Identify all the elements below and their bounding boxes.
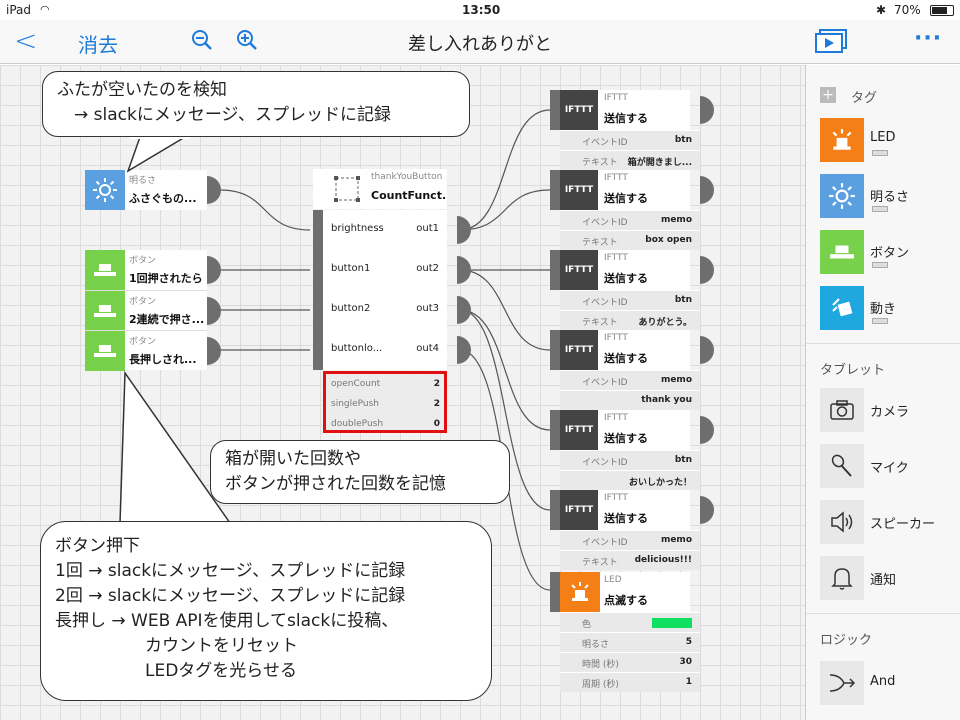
palette-item-label: カメラ — [870, 405, 910, 420]
bluetooth-icon: ✱ — [876, 3, 887, 17]
palette-item-led[interactable]: LED — [820, 118, 960, 162]
palette-item-camera[interactable]: カメラ — [820, 388, 960, 432]
callout-line: → slackにメッセージ、スプレッドに記録 — [57, 105, 391, 125]
section-divider — [806, 613, 960, 614]
palette-item-label: 動き — [870, 302, 897, 317]
bell-icon — [820, 556, 864, 600]
palette-item-label: マイク — [870, 461, 909, 476]
callout-line: ボタン押下 — [55, 536, 140, 556]
palette-item-label: 通知 — [870, 573, 897, 588]
battery-percent: 70% — [894, 3, 921, 17]
palette-item-label: LED — [870, 130, 896, 145]
palette-item-label: 明るさ — [870, 190, 910, 205]
callout-line: 1回 → slackにメッセージ、スプレッドに記録 — [55, 561, 406, 581]
motion-icon — [820, 286, 864, 330]
button-icon — [820, 230, 864, 274]
battery-level-icon — [872, 262, 888, 268]
add-tag-icon[interactable]: + — [820, 87, 836, 103]
navigation-bar: < 消去 差し入れありがと ··· — [0, 20, 960, 64]
palette-item-brightness[interactable]: 明るさ — [820, 174, 960, 218]
palette-item-button[interactable]: ボタン — [820, 230, 960, 274]
camera-icon — [820, 388, 864, 432]
callout-line: LEDタグを光らせる — [145, 661, 297, 681]
more-menu-button[interactable]: ··· — [914, 26, 942, 51]
palette-item-notification[interactable]: 通知 — [820, 556, 960, 600]
battery-level-icon — [872, 206, 888, 212]
speaker-icon — [820, 500, 864, 544]
led-icon — [820, 118, 864, 162]
clock: 13:50 — [462, 3, 501, 17]
callout-line: ボタンが押された回数を記憶 — [225, 474, 446, 494]
battery-level-icon — [872, 318, 888, 324]
palette-item-microphone[interactable]: マイク — [820, 444, 960, 488]
presentation-icon[interactable] — [814, 28, 848, 58]
sun-icon — [820, 174, 864, 218]
device-label: iPad — [6, 3, 32, 17]
battery-icon — [930, 5, 954, 16]
palette-item-and[interactable]: And — [820, 661, 960, 705]
wifi-icon: ◠ — [40, 3, 50, 16]
callout-line: 箱が開いた回数や — [225, 449, 361, 469]
microphone-icon — [820, 444, 864, 488]
logic-section-header: ロジック — [820, 633, 873, 648]
tag-section-header: タグ — [851, 91, 878, 106]
callout-memory: 箱が開いた回数や ボタンが押された回数を記憶 — [210, 440, 510, 504]
callout-line: カウントをリセット — [145, 636, 298, 656]
palette-item-motion[interactable]: 動き — [820, 286, 960, 330]
callout-line: 長押し → WEB APIを使用してslackに投稿、 — [55, 611, 399, 631]
program-canvas[interactable]: 明るさ ふさぐもの... ボタン 1回押されたら ボタン 2連続で押さ... ボ… — [0, 65, 805, 720]
palette-item-speaker[interactable]: スピーカー — [820, 500, 960, 544]
palette-item-label: スピーカー — [870, 517, 936, 532]
status-bar: iPad ◠ 13:50 ✱ 70% — [0, 0, 960, 20]
callout-button-actions: ボタン押下 1回 → slackにメッセージ、スプレッドに記録 2回 → sla… — [40, 521, 492, 701]
callout-line: 2回 → slackにメッセージ、スプレッドに記録 — [55, 586, 406, 606]
palette-item-label: And — [870, 674, 896, 689]
battery-level-icon — [872, 150, 888, 156]
component-palette: + タグ LED 明るさ ボタン 動き タブレット カメラ マイク スピーカー … — [805, 65, 960, 720]
palette-item-label: ボタン — [870, 246, 910, 261]
callout-detect-lid: ふたが空いたのを検知 → slackにメッセージ、スプレッドに記録 — [42, 71, 470, 137]
section-divider — [806, 343, 960, 344]
callout-line: ふたが空いたのを検知 — [57, 80, 227, 100]
and-merge-icon — [820, 661, 864, 705]
tablet-section-header: タブレット — [820, 363, 886, 378]
